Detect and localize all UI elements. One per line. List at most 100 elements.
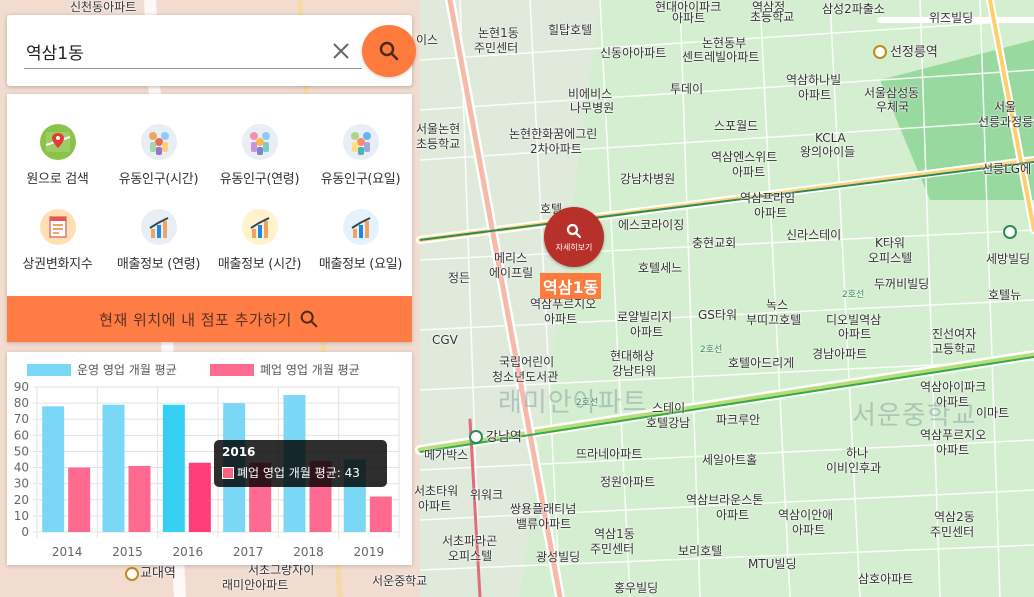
- map-label: 이스: [416, 33, 439, 47]
- map-label: 이비인후과: [826, 461, 882, 475]
- map-label: CGV: [432, 333, 458, 347]
- menu-label: 유동인구(요일): [320, 172, 401, 187]
- map-label: 세일아트홀: [702, 453, 758, 467]
- map-label: 오피스텔: [868, 251, 913, 265]
- menu-district-change[interactable]: 상권변화지수: [7, 209, 108, 279]
- map-label: 메가박스: [424, 448, 469, 462]
- map-label: KCLA: [815, 131, 846, 145]
- map-label: 역삼1동: [594, 527, 635, 541]
- x-tick-label: 2019: [354, 545, 385, 559]
- map-label: 우체국: [876, 100, 910, 114]
- y-tick-label: 20: [14, 493, 29, 507]
- marker-label: 역삼1동: [540, 273, 602, 299]
- y-tick-label: 80: [14, 396, 29, 410]
- detail-marker-button[interactable]: 자세히보기: [544, 207, 604, 267]
- chart-tooltip: 2016 폐업 영업 개월 평균: 43: [214, 440, 387, 487]
- clear-search-button[interactable]: [329, 39, 353, 63]
- map-label: 역삼프라임: [740, 191, 796, 205]
- map-label: 아파트: [792, 523, 826, 537]
- menu-label: 원으로 검색: [26, 172, 89, 187]
- menu-label: 상권변화지수: [22, 257, 93, 272]
- map-label: 주민센터: [474, 41, 519, 55]
- map-label: 서초그랑자이: [248, 563, 315, 577]
- map-label: 현대해상: [610, 349, 655, 363]
- map-label: 아파트: [936, 443, 970, 457]
- map-label: 삼성2파출소: [822, 2, 885, 16]
- map-label: 아파트: [630, 325, 664, 339]
- marker-button-text: 자세히보기: [555, 242, 593, 252]
- map-label: 두꺼비빌딩: [874, 277, 930, 291]
- y-tick-label: 0: [21, 525, 29, 539]
- map-label: 에이프릴: [489, 266, 534, 280]
- map-label: 아파트: [672, 11, 706, 25]
- map-icon: [39, 124, 76, 160]
- map-label: 신동아아파트: [600, 46, 667, 60]
- search-button[interactable]: [362, 25, 416, 77]
- menu-traffic-weekday[interactable]: 유동인구(요일): [310, 124, 411, 194]
- menu-traffic-age[interactable]: 유동인구(연령): [209, 124, 310, 194]
- map-label: 메리스: [494, 251, 528, 265]
- bar-closed: [128, 465, 151, 532]
- map-label: 주민센터: [590, 542, 635, 556]
- y-tick-label: 60: [14, 428, 29, 442]
- map-label: 청소년도서관: [492, 370, 559, 384]
- map-label: 밸류아파트: [516, 517, 572, 531]
- bar-chart-icon: [241, 209, 278, 245]
- search-icon: [379, 41, 399, 61]
- add-store-button[interactable]: 현재 위치에 내 점포 추가하기: [7, 296, 412, 342]
- menu-sales-time[interactable]: 매출정보 (시간): [209, 209, 310, 279]
- y-tick-label: 90: [14, 380, 29, 394]
- tooltip-swatch: [222, 466, 234, 479]
- map-label: 왕의아이들: [800, 145, 856, 159]
- menu-sales-weekday[interactable]: 매출정보 (요일): [310, 209, 411, 279]
- map-label: 교대역: [140, 566, 176, 581]
- search-input[interactable]: [24, 35, 362, 69]
- map-label: 진선여자: [932, 327, 977, 341]
- add-store-label: 현재 위치에 내 점포 추가하기: [99, 310, 292, 329]
- menu-circle-search[interactable]: 원으로 검색: [7, 124, 108, 194]
- map-label: GS타워: [698, 308, 737, 322]
- map-label: 삼호아파트: [858, 572, 914, 586]
- y-tick-label: 70: [14, 412, 29, 426]
- area-label: 래미안아파트: [498, 388, 648, 418]
- map-label: 디오빌역삼: [826, 313, 882, 327]
- map-label: 서초파라곤: [442, 534, 498, 548]
- menu-traffic-time[interactable]: 유동인구(시간): [108, 124, 209, 194]
- bar-operating: [42, 406, 65, 532]
- map-label: 이마트: [976, 406, 1010, 420]
- menu-sales-age[interactable]: 매출정보 (연령): [108, 209, 209, 279]
- map-label: 논현한화꿈에그린: [509, 127, 598, 141]
- map-label: 신천동아파트: [70, 0, 137, 14]
- map-label: 호텔강남: [646, 416, 691, 430]
- map-label: 아파트: [418, 499, 452, 513]
- map-label: 스포월드: [714, 119, 759, 133]
- menu-label: 매출정보 (시간): [217, 257, 302, 272]
- map-label: 아파트: [838, 327, 872, 341]
- map-label: 아파트: [544, 312, 578, 326]
- map-label: 센트레빌아파트: [682, 50, 760, 64]
- map-label: 정든: [448, 271, 471, 285]
- map-label: 아파트: [732, 165, 766, 179]
- map-label: 역삼엔스위트: [711, 150, 778, 164]
- map-label: 호텔뉴: [988, 288, 1022, 302]
- map-label: 아파트: [716, 508, 750, 522]
- bar-chart-icon: [140, 209, 177, 245]
- subway-line-label: 2호선: [842, 290, 865, 300]
- menu-label: 매출정보 (연령): [116, 257, 201, 272]
- report-icon: [39, 209, 76, 245]
- map-label: 호텔세느: [638, 261, 683, 275]
- map-label: 고등학교: [932, 342, 977, 356]
- map-label: 강남타워: [612, 364, 657, 378]
- menu-label: 유동인구(시간): [118, 172, 199, 187]
- map-label: 초등학교: [416, 137, 461, 151]
- search-panel: [7, 15, 416, 86]
- map-label: 논현1동: [478, 26, 519, 40]
- map-label: 2차아파트: [530, 142, 582, 156]
- y-tick-label: 40: [14, 461, 29, 475]
- analysis-menu: 원으로 검색 유동인구(시간) 유동인구(연령) 유동인구(요일) 상권변화지수…: [7, 94, 412, 342]
- x-tick-label: 2018: [293, 545, 324, 559]
- x-tick-label: 2014: [52, 545, 83, 559]
- map-label: 역삼아이파크: [920, 380, 987, 394]
- search-icon: [300, 310, 318, 328]
- menu-label: 매출정보 (요일): [318, 257, 403, 272]
